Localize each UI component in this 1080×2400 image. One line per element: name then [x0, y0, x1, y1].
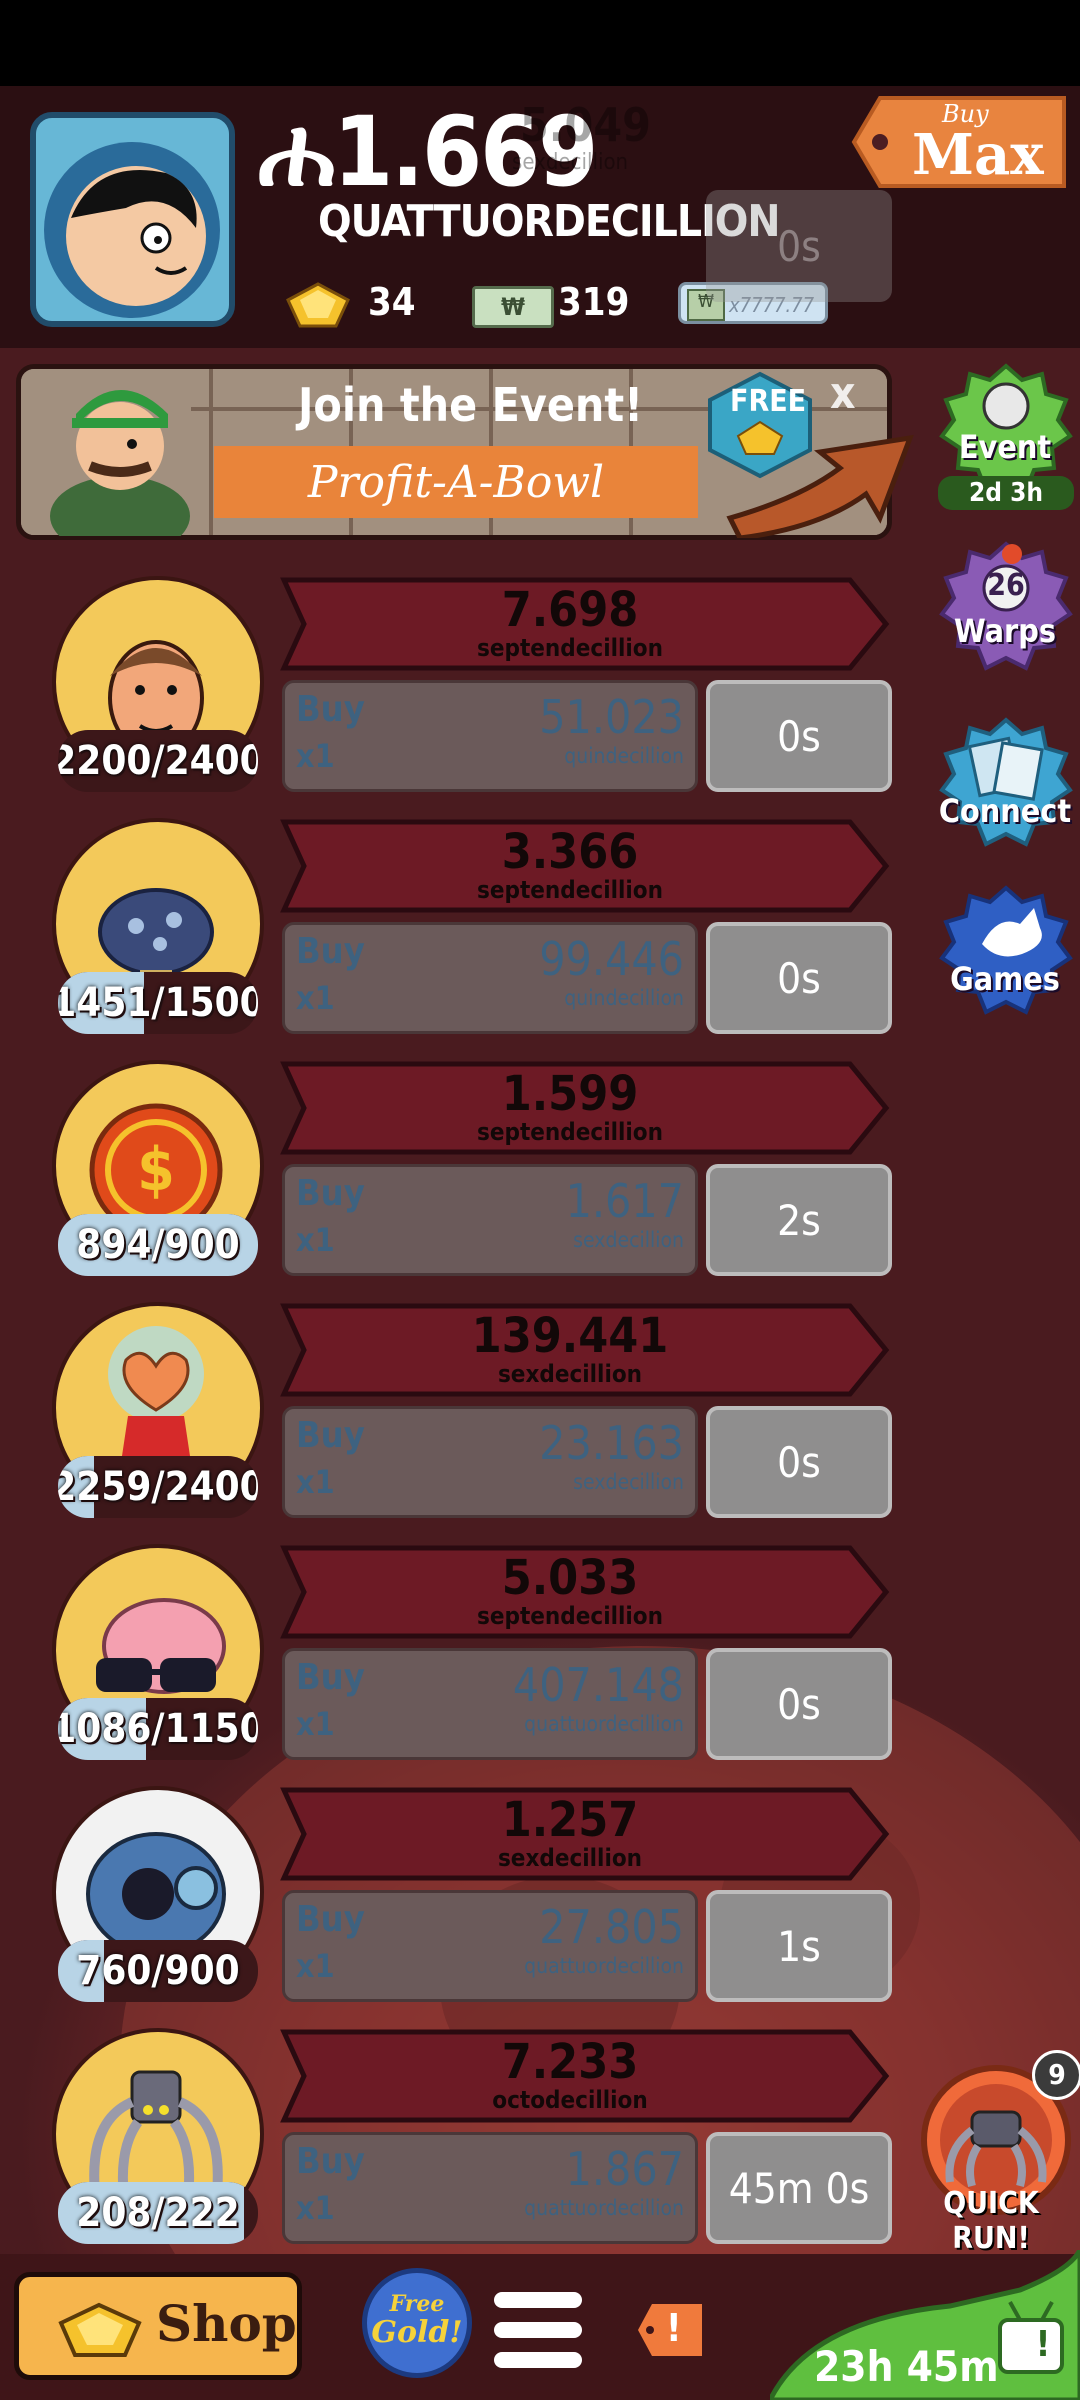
ghost-profit-value: 5.049 — [520, 98, 651, 152]
alert-label: ! — [666, 2306, 682, 2350]
cost-value: 1.867 — [565, 2142, 684, 2196]
cost-value: 1.617 — [565, 1174, 684, 1228]
profit-unit: octodecillion — [492, 2086, 648, 2114]
timer-box: 0s — [706, 680, 892, 792]
free-gold-line1: Free — [389, 2291, 445, 2317]
business-count: 2200/2400 — [58, 730, 258, 792]
profit-value: 7.233 — [501, 2034, 639, 2090]
ghost-profit-unit: sexdecillion — [512, 150, 629, 175]
business-count: 1451/1500 — [58, 972, 258, 1034]
timer-box: 0s — [706, 922, 892, 1034]
profit-value: 7.698 — [501, 582, 639, 638]
shop-label: Shop — [156, 2294, 297, 2353]
timer-box: 1s — [706, 1890, 892, 2002]
event-timer: 2d 3h — [938, 476, 1074, 510]
profit-value: 139.441 — [471, 1308, 669, 1364]
avatar[interactable] — [30, 112, 235, 327]
count-text: 2259/2400 — [58, 1464, 258, 1510]
cost-unit: quattuordecillion — [524, 2196, 684, 2220]
buy-max-big: Max — [912, 122, 1044, 188]
money-symbol: ሐ — [258, 96, 335, 208]
cost-unit: quattuordecillion — [524, 1712, 684, 1736]
cost-unit: quindecillion — [564, 744, 684, 768]
quick-run-label: QUICK RUN! — [943, 2186, 1039, 2256]
svg-text:$: $ — [137, 1135, 175, 1205]
event-subtitle: Profit-A-Bowl — [214, 446, 698, 518]
business-count: 208/222 — [58, 2182, 258, 2244]
free-label: FREE — [730, 384, 807, 419]
profit-unit: septendecillion — [477, 1118, 663, 1146]
tv-icon: ! — [1035, 2324, 1051, 2365]
games-label: Games — [950, 960, 1060, 998]
cost-value: 27.805 — [539, 1900, 684, 1954]
count-text: 208/222 — [76, 2190, 240, 2236]
profit-value: 3.366 — [501, 824, 639, 880]
warps-count: 26 — [987, 568, 1025, 603]
menu-button[interactable] — [492, 2288, 584, 2372]
free-gold-line2: Gold! — [371, 2315, 463, 2351]
event-title: Join the Event! — [298, 378, 644, 432]
timer-box: 2s — [706, 1164, 892, 1276]
connect-icon[interactable] — [938, 716, 1074, 852]
timer-box: 45m 0s — [706, 2132, 892, 2244]
event-label: Event — [958, 428, 1052, 466]
count-text: 1451/1500 — [58, 980, 258, 1026]
profit-value: 5.033 — [501, 1550, 639, 1606]
cost-value: 407.148 — [512, 1658, 684, 1712]
profit-unit: sexdecillion — [497, 1360, 643, 1388]
business-count: 1086/1150 — [58, 1698, 258, 1760]
business-count: 760/900 — [58, 1940, 258, 2002]
gold-count: 34 — [368, 280, 416, 324]
gold-icon — [286, 282, 350, 328]
profit-unit: septendecillion — [477, 634, 663, 662]
megabucks-icon: ₩ — [472, 286, 554, 328]
games-icon[interactable] — [938, 884, 1074, 1020]
free-gold-text: Free Gold! — [362, 2292, 472, 2349]
profit-unit: sexdecillion — [497, 1844, 643, 1872]
megabucks-count: 319 — [558, 280, 630, 324]
event-close-button[interactable]: x — [830, 368, 856, 419]
warps-label: Warps — [954, 612, 1056, 650]
buy-max-button[interactable]: Buy Max — [850, 94, 1070, 190]
count-text: 760/900 — [76, 1948, 240, 1994]
cost-unit: sexdecillion — [573, 1228, 684, 1252]
business-count: 2259/2400 — [58, 1456, 258, 1518]
business-count: 894/900 — [58, 1214, 258, 1276]
mascot-headset-icon — [50, 390, 190, 536]
profit-value: 1.257 — [501, 1792, 639, 1848]
shop-gold-icon — [58, 2302, 142, 2357]
notifications-button[interactable]: ! — [636, 2302, 704, 2358]
connect-label: Connect — [938, 792, 1072, 830]
timer-text: 23h 45m — [814, 2342, 999, 2391]
cost-value: 23.163 — [539, 1416, 684, 1470]
cost-unit: sexdecillion — [573, 1470, 684, 1494]
hamburger-menu-icon — [494, 2292, 582, 2368]
ghost-time: 0s — [706, 190, 892, 302]
profit-value: 1.599 — [501, 1066, 639, 1122]
timer-box: 0s — [706, 1648, 892, 1760]
warps-icon[interactable] — [938, 540, 1074, 676]
arrow-icon — [726, 434, 914, 538]
cost-value: 51.023 — [539, 690, 684, 744]
cost-unit: quattuordecillion — [524, 1954, 684, 1978]
count-text: 1086/1150 — [58, 1706, 258, 1752]
profit-unit: septendecillion — [477, 1602, 663, 1630]
timer-box: 0s — [706, 1406, 892, 1518]
cost-unit: quindecillion — [564, 986, 684, 1010]
profit-unit: septendecillion — [477, 876, 663, 904]
astronaut-face-icon — [44, 142, 220, 318]
count-text: 2200/2400 — [58, 738, 258, 784]
quick-run-badge: 9 — [1032, 2050, 1080, 2100]
count-text: 894/900 — [76, 1222, 240, 1268]
cost-value: 99.446 — [539, 932, 684, 986]
